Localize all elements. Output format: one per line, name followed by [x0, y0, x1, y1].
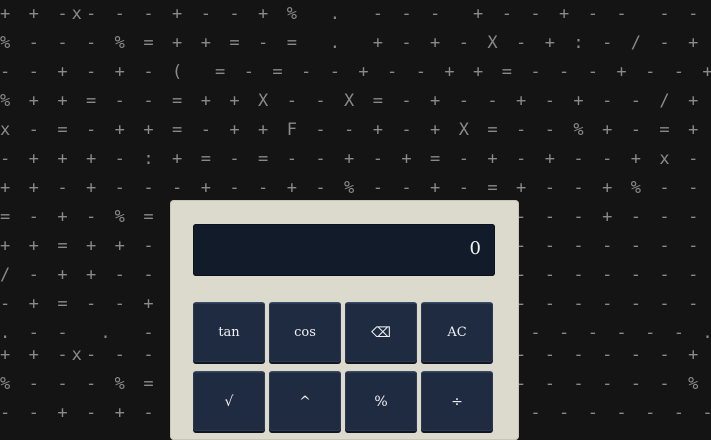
background-row: % + + = - - = + + X - - X = - + - - + - …: [0, 91, 703, 111]
background-row: % - - - % = + + = - = . + - + - X - + : …: [0, 33, 703, 53]
background-row: x - = - + + = - + + F - - + - + X = - - …: [0, 120, 703, 140]
divide-key[interactable]: ÷: [421, 371, 493, 431]
backspace-key[interactable]: ⌫: [345, 302, 417, 362]
cos-key[interactable]: cos: [269, 302, 341, 362]
calculator: 0 tan cos ⌫ AC √ ^ % ÷: [170, 200, 519, 440]
square-root-key[interactable]: √: [193, 371, 265, 431]
background-row: - - + - + - ( = - = - - + - - + + = - - …: [0, 62, 711, 82]
power-key[interactable]: ^: [269, 371, 341, 431]
tan-key[interactable]: tan: [193, 302, 265, 362]
background-row: - + + + - : + = - = - - + - + = - + - + …: [0, 149, 703, 169]
calculator-display: 0: [193, 224, 495, 276]
all-clear-key[interactable]: AC: [421, 302, 493, 362]
background-row: + + -x- - - + - - + % . - - - + - - + - …: [0, 4, 703, 24]
percent-key[interactable]: %: [345, 371, 417, 431]
display-value: 0: [469, 238, 481, 259]
background-row: + + - + - - - + - - + - % - - + - = + - …: [0, 178, 703, 198]
